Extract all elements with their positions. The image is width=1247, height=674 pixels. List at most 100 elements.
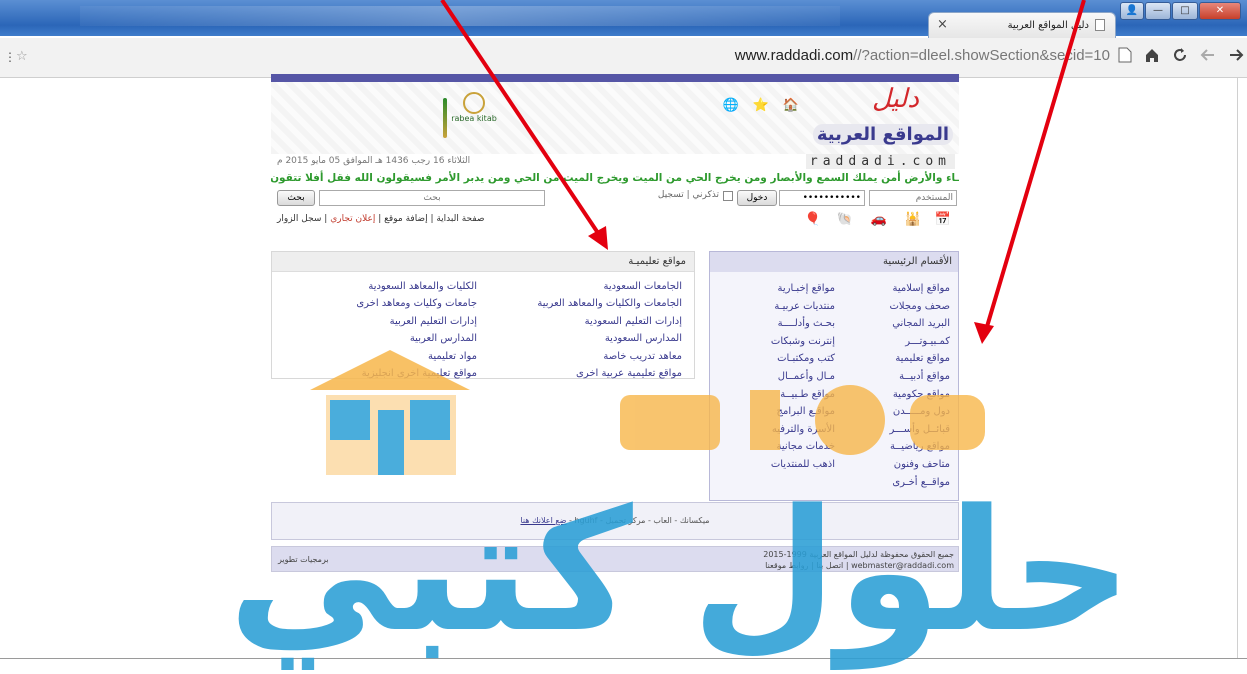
section-link[interactable]: مواقع أدبيــة bbox=[835, 368, 950, 386]
globe-icon[interactable]: 🌐 bbox=[722, 98, 738, 113]
tab-close-icon[interactable]: × bbox=[937, 17, 948, 32]
education-col-left: الكليات والمعاهد السعودية جامعات وكليات … bbox=[272, 278, 477, 382]
browser-tab[interactable]: دليل المواقع العربية × bbox=[928, 12, 1116, 38]
favorite-icon[interactable]: ⭐ bbox=[753, 98, 769, 113]
remember-checkbox[interactable] bbox=[723, 191, 733, 201]
close-window-button[interactable]: ✕ bbox=[1199, 2, 1241, 20]
arrow-head bbox=[974, 322, 994, 344]
user-icon[interactable]: 👤 bbox=[1120, 2, 1144, 20]
balloon-icon[interactable]: 🎈 bbox=[805, 212, 821, 227]
section-link[interactable]: دول ومـــــدن bbox=[835, 403, 950, 421]
icon-row: 📅 🕌 🚗 🐚 🎈 صفحة البداية | إضافة موقع | إع… bbox=[271, 209, 959, 231]
minimize-button[interactable]: — bbox=[1145, 2, 1171, 20]
emblem-logo: rabea kitab bbox=[439, 92, 509, 142]
section-link[interactable]: مواقع حكومية bbox=[835, 386, 950, 404]
section-link[interactable]: الأسرة والترفيه bbox=[720, 421, 835, 439]
tab-title: دليل المواقع العربية bbox=[1007, 20, 1089, 31]
section-link[interactable]: مواقع رياضيــة bbox=[835, 438, 950, 456]
nav-separator: | bbox=[375, 214, 385, 224]
site-banner: دليل المواقع العربية 🏠 ⭐ 🌐 rabea kitab bbox=[271, 82, 959, 154]
titlebar-decoration bbox=[80, 6, 840, 26]
password-input[interactable] bbox=[779, 190, 865, 206]
menu-icon[interactable]: ⋮ bbox=[4, 50, 16, 64]
education-link[interactable]: مواقع تعليمية اخرى انجليزية bbox=[272, 365, 477, 382]
logo-text: المواقع العربية bbox=[812, 124, 953, 145]
main-sections-col-left: مواقع إخبـارية منتديات عربيـة بحـث وأدلـ… bbox=[720, 280, 835, 491]
window-controls: 👤 — □ ✕ bbox=[1120, 2, 1241, 20]
maximize-button[interactable]: □ bbox=[1172, 2, 1198, 20]
section-link[interactable]: مواقع طـبيــة bbox=[720, 386, 835, 404]
education-panel: مواقع تعليميـة الجامعات السعودية الجامعا… bbox=[271, 251, 695, 379]
search-button[interactable]: بحث bbox=[277, 190, 315, 206]
section-link[interactable]: إنترنت وشبكات bbox=[720, 333, 835, 351]
page-icon bbox=[1095, 19, 1105, 31]
section-link[interactable]: خدمات مجانية bbox=[720, 438, 835, 456]
education-link[interactable]: جامعات وكليات ومعاهد اخرى bbox=[272, 295, 477, 312]
browser-titlebar: دليل المواقع العربية × 👤 — □ ✕ bbox=[0, 0, 1247, 38]
home-icon[interactable] bbox=[1144, 47, 1160, 68]
education-link[interactable]: إدارات التعليم العربية bbox=[272, 313, 477, 330]
search-input[interactable] bbox=[319, 190, 545, 206]
car-icon[interactable]: 🚗 bbox=[871, 212, 887, 227]
main-sections-col-right: مواقع إسلامية صحف ومجلات البريد المجاني … bbox=[835, 280, 950, 491]
education-link[interactable]: مواقع تعليمية عربية اخرى bbox=[477, 365, 682, 382]
forward-icon[interactable] bbox=[1228, 47, 1244, 68]
section-link[interactable]: كتب ومكتبـات bbox=[720, 350, 835, 368]
watermark-text: حلول كتبي bbox=[228, 473, 1133, 669]
section-link[interactable]: متاحف وفنون bbox=[835, 456, 950, 474]
education-link[interactable]: الجامعات والكليات والمعاهد العربية bbox=[477, 295, 682, 312]
section-link[interactable]: منتديات عربيـة bbox=[720, 298, 835, 316]
page-info-icon[interactable] bbox=[1118, 47, 1132, 68]
section-link[interactable]: مواقـع البرامج bbox=[720, 403, 835, 421]
username-input[interactable] bbox=[869, 190, 957, 206]
education-link[interactable]: إدارات التعليم السعودية bbox=[477, 313, 682, 330]
content-panels: الأقسام الرئيسية مواقع إسلامية صحف ومجلا… bbox=[271, 251, 959, 507]
login-row: دخول تذكرني | تسجيل بحث bbox=[271, 187, 959, 209]
education-link[interactable]: الكليات والمعاهد السعودية bbox=[272, 278, 477, 295]
section-link[interactable]: قبائــل وأســـر bbox=[835, 421, 950, 439]
url-domain: www.raddadi.com bbox=[734, 47, 854, 64]
logo-script: دليل bbox=[871, 84, 919, 114]
education-link[interactable]: المدارس السعودية bbox=[477, 330, 682, 347]
section-link[interactable]: اذهب للمنتديات bbox=[720, 456, 835, 474]
education-header: مواقع تعليميـة bbox=[272, 252, 694, 272]
shell-icon[interactable]: 🐚 bbox=[837, 212, 853, 227]
url-field[interactable]: www.raddadi.com//?action=dleel.showSecti… bbox=[640, 47, 1110, 64]
back-icon[interactable] bbox=[1200, 47, 1216, 68]
education-link[interactable]: المدارس العربية bbox=[272, 330, 477, 347]
nav-homepage-link[interactable]: صفحة البداية bbox=[436, 214, 484, 224]
nav-icons bbox=[1118, 47, 1244, 68]
section-link[interactable]: مواقع تعليمية bbox=[835, 350, 950, 368]
section-link[interactable]: مواقع إخبـارية bbox=[720, 280, 835, 298]
top-tool-icons: 🏠 ⭐ 🌐 bbox=[722, 98, 799, 113]
address-bar: ⋮ ☆ www.raddadi.com//?action=dleel.showS… bbox=[0, 38, 1247, 78]
education-link[interactable]: معاهد تدريب خاصة bbox=[477, 348, 682, 365]
home-icon[interactable]: 🏠 bbox=[783, 98, 799, 113]
bookmark-star-icon[interactable]: ☆ bbox=[16, 49, 28, 64]
nav-separator: | bbox=[321, 214, 331, 224]
site-domain: raddadi.com bbox=[805, 154, 955, 169]
site-logo[interactable]: دليل المواقع العربية bbox=[809, 82, 959, 154]
remember-label[interactable]: تذكرني | تسجيل bbox=[658, 190, 719, 200]
nav-ads-link[interactable]: إعلان تجاري bbox=[330, 214, 375, 224]
section-link[interactable]: كمـبيـوتـــر bbox=[835, 333, 950, 351]
main-sections-panel: الأقسام الرئيسية مواقع إسلامية صحف ومجلا… bbox=[709, 251, 959, 501]
emblem-bar bbox=[443, 98, 447, 138]
mosque-icon[interactable]: 🕌 bbox=[905, 212, 921, 227]
section-link[interactable]: صحف ومجلات bbox=[835, 298, 951, 316]
calendar-icon[interactable]: 📅 bbox=[935, 212, 951, 227]
section-link[interactable]: البريد المجاني bbox=[835, 315, 950, 333]
education-col-right: الجامعات السعودية الجامعات والكليات والم… bbox=[477, 278, 682, 382]
section-link[interactable]: مواقع إسلامية bbox=[835, 280, 950, 298]
section-link[interactable]: بحـث وأدلــــة bbox=[720, 315, 835, 333]
login-button[interactable]: دخول bbox=[737, 190, 777, 206]
education-link[interactable]: الجامعات السعودية bbox=[477, 278, 682, 295]
vertical-scrollbar[interactable] bbox=[1237, 78, 1245, 658]
nav-guestbook-link[interactable]: سجل الزوار bbox=[277, 214, 321, 224]
education-link[interactable]: مواد تعليمية bbox=[272, 348, 477, 365]
section-link[interactable]: مـال وأعمــال bbox=[720, 368, 835, 386]
reload-icon[interactable] bbox=[1172, 47, 1188, 68]
nav-add-site-link[interactable]: إضافة موقع bbox=[384, 214, 427, 224]
emblem-caption: rabea kitab bbox=[451, 114, 497, 123]
url-path: //?action=dleel.showSection&secid=10 bbox=[853, 47, 1110, 64]
